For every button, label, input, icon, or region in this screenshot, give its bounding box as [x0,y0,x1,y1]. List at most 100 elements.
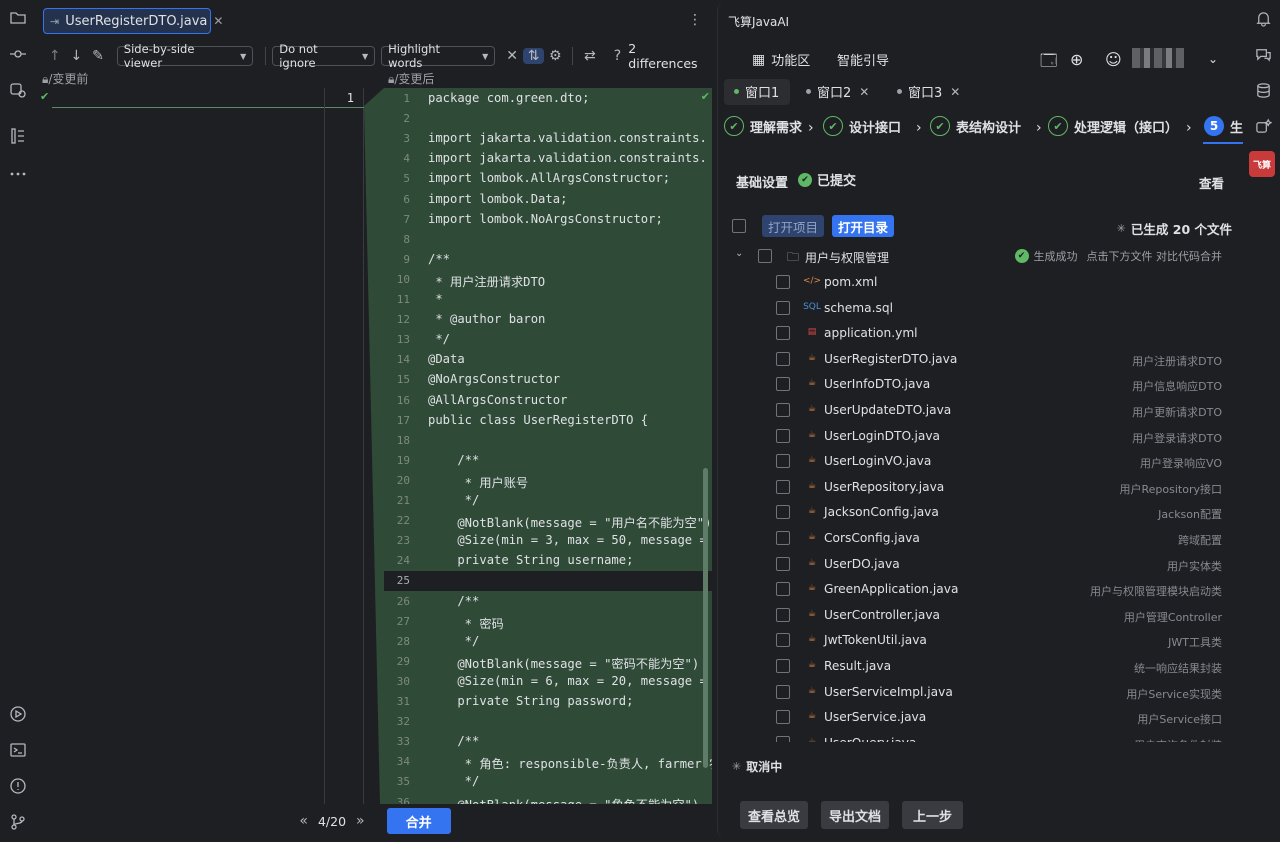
open-project-button[interactable]: 打开项目 [762,215,825,237]
window-tab-2[interactable]: 窗口2 ✕ [806,82,869,101]
workspace-tab[interactable]: ▦ 功能区 [752,50,810,70]
code-line[interactable]: 12 * @author baron [384,310,712,330]
ignore-dropdown[interactable]: Do not ignore ▼ [272,42,376,70]
git-branch-icon[interactable] [8,812,28,832]
file-checkbox[interactable] [776,351,790,366]
terminal-icon[interactable] [8,740,28,760]
code-line[interactable]: 7 import lombok.NoArgsConstructor; [384,210,712,230]
file-row[interactable]: SQL schema.sql [718,296,1243,322]
file-checkbox[interactable] [776,633,790,648]
file-row[interactable]: ☕︎ GreenApplication.java 用户与权限管理模块启动类 [718,577,1243,603]
ai-assistant-icon[interactable] [1253,116,1273,136]
add-icon[interactable]: ⊕ [1070,50,1083,69]
file-row[interactable]: ☕︎ UserRegisterDTO.java 用户注册请求DTO [718,347,1243,373]
folder-row[interactable]: ⌄ 🗀︎ 用户与权限管理 ✔ 生成成功 点击下方文件 对比代码合并 [718,245,1243,267]
code-line[interactable]: 31 private String password; [384,692,712,712]
code-line[interactable]: 25 [384,571,712,592]
file-checkbox[interactable] [776,428,790,443]
code-line[interactable]: 10 * 用户注册请求DTO [384,270,712,290]
sync-scroll-icon[interactable]: ⇅ [522,48,545,64]
folder-checkbox[interactable] [758,249,772,263]
step-1[interactable]: ✔ 理解需求 [724,116,802,136]
prev-page-icon[interactable]: « [299,813,308,829]
file-row[interactable]: </> pom.xml [718,270,1243,296]
file-row[interactable]: ☕︎ UserLoginVO.java 用户登录响应VO [718,449,1243,475]
file-row[interactable]: ☕︎ UserInfoDTO.java 用户信息响应DTO [718,372,1243,398]
guide-tab[interactable]: 智能引导 [837,50,889,69]
open-directory-button[interactable]: 打开目录 [832,215,895,237]
step-4[interactable]: ✔ 处理逻辑（接口） [1048,116,1178,136]
file-checkbox[interactable] [776,505,790,520]
feisuan-logo-icon[interactable]: 飞算 [1249,151,1275,177]
viewer-dropdown[interactable]: Side-by-side viewer ▼ [116,42,254,70]
file-checkbox[interactable] [776,275,790,289]
file-row[interactable]: ☕︎ JwtTokenUtil.java JWT工具类 [718,628,1243,654]
file-checkbox[interactable] [776,377,790,392]
left-editor[interactable]: ✔ [38,88,364,804]
file-row[interactable]: ☕︎ UserDO.java 用户实体类 [718,552,1243,578]
arrow-down-icon[interactable]: ↓ [66,48,88,64]
ai-chat-icon[interactable] [1253,44,1273,64]
code-line[interactable]: 34 * 角色: responsible-负责人, farmer-农 [384,752,712,772]
edit-icon[interactable]: ✎ [87,48,109,64]
overview-button[interactable]: 查看总览 [740,801,809,829]
file-checkbox[interactable] [776,556,790,571]
code-line[interactable]: 23 @Size(min = 3, max = 50, message = [384,531,712,551]
arrow-up-icon[interactable]: ↑ [44,48,66,64]
collapse-icon[interactable]: ✕ [501,48,523,64]
file-row[interactable]: ☕︎ CorsConfig.java 跨域配置 [718,526,1243,552]
code-line[interactable]: 11 * [384,290,712,310]
code-line[interactable]: 5 import lombok.AllArgsConstructor; [384,169,712,189]
code-line[interactable]: 27 * 密码 [384,612,712,632]
file-checkbox[interactable] [776,403,790,417]
chevron-down-icon[interactable]: ⌄ [735,248,743,259]
select-all-checkbox[interactable] [732,219,746,233]
file-checkbox[interactable] [776,684,790,699]
file-row[interactable]: ☕︎ UserUpdateDTO.java 用户更新请求DTO [718,398,1243,424]
code-line[interactable]: 14 @Data [384,350,712,370]
file-checkbox[interactable] [776,479,790,494]
file-row[interactable]: ☕︎ UserRepository.java 用户Repository接口 [718,475,1243,501]
close-icon[interactable]: ✕ [213,14,223,28]
export-doc-button[interactable]: 导出文档 [821,801,890,829]
file-checkbox[interactable] [776,326,790,341]
view-link[interactable]: 查看 [1199,173,1224,192]
file-row[interactable]: ☕︎ Result.java 统一响应结果封装 [718,654,1243,680]
code-line[interactable]: 33 /** [384,732,712,752]
right-editor[interactable]: 1 package com.green.dto; 2 3 import jakarta.… [384,88,712,804]
file-row[interactable]: ☕︎ UserService.java 用户Service接口 [718,705,1243,731]
database-icon[interactable] [1253,80,1273,100]
code-line[interactable]: 18 [384,431,712,451]
close-icon[interactable]: ✕ [950,85,960,99]
notifications-icon[interactable] [1253,8,1273,28]
code-line[interactable]: 24 private String username; [384,551,712,571]
code-line[interactable]: 28 */ [384,632,712,652]
file-checkbox[interactable] [776,735,790,742]
step-3[interactable]: ✔ 表结构设计 [930,116,1021,136]
swap-sides-icon[interactable]: ⇄ [579,48,601,64]
file-checkbox[interactable] [776,582,790,597]
next-page-icon[interactable]: » [356,813,365,829]
file-row[interactable]: ☕︎ UserLoginDTO.java 用户登录请求DTO [718,424,1243,450]
structure-icon[interactable] [8,126,28,146]
more-icon[interactable] [8,164,28,184]
code-line[interactable]: 16 @AllArgsConstructor [384,391,712,411]
file-row[interactable]: ☕︎ JacksonConfig.java Jackson配置 [718,500,1243,526]
code-line[interactable]: 21 */ [384,491,712,511]
code-line[interactable]: 1 package com.green.dto; [384,89,712,109]
file-checkbox[interactable] [776,454,790,469]
previous-step-button[interactable]: 上一步 [902,801,964,829]
commit-icon[interactable] [8,44,28,64]
code-line[interactable]: 15 @NoArgsConstructor [384,370,712,390]
code-line[interactable]: 26 /** [384,592,712,612]
window-tab-3[interactable]: 窗口3 ✕ [897,82,960,101]
file-checkbox[interactable] [776,659,790,673]
file-row[interactable]: ☕︎ UserQuery.java 用户查询条件封装 [718,731,1243,742]
new-window-icon[interactable]: 🗔︎ [1040,50,1057,77]
code-line[interactable]: 32 [384,712,712,732]
help-icon[interactable]: ? [607,48,629,64]
gear-icon[interactable]: ⚙ [544,48,566,64]
code-line[interactable]: 13 */ [384,330,712,350]
code-line[interactable]: 17 public class UserRegisterDTO { [384,411,712,431]
file-row[interactable]: ▤ application.yml [718,321,1243,347]
